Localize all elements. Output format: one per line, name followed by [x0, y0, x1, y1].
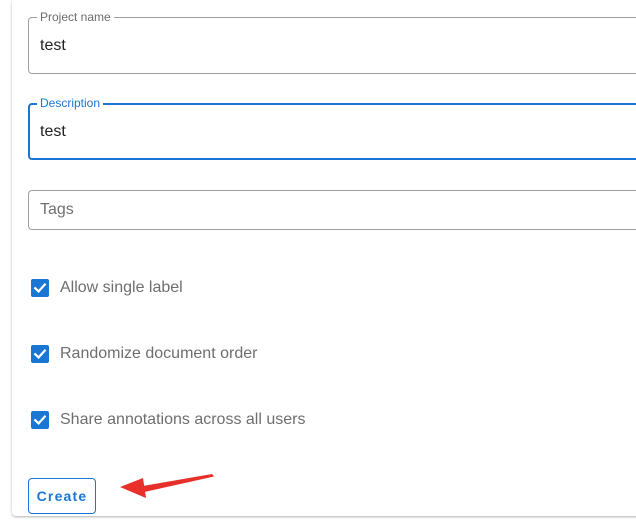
- create-project-page: Project name test Description test Tags …: [0, 0, 636, 524]
- description-value: test: [40, 123, 66, 140]
- tags-field[interactable]: Tags: [28, 190, 636, 230]
- description-label: Description: [37, 96, 104, 110]
- project-name-label: Project name: [37, 10, 114, 24]
- form-card: [12, 0, 636, 516]
- check-icon[interactable]: [31, 411, 49, 429]
- randomize-document-order-checkbox[interactable]: Randomize document order: [31, 344, 257, 364]
- allow-single-label-text: Allow single label: [60, 279, 183, 296]
- check-icon[interactable]: [31, 279, 49, 297]
- project-name-value: test: [40, 37, 66, 54]
- check-icon[interactable]: [31, 345, 49, 363]
- description-field[interactable]: Description test: [28, 96, 636, 160]
- randomize-document-order-text: Randomize document order: [60, 345, 258, 362]
- allow-single-label-checkbox[interactable]: Allow single label: [31, 278, 183, 298]
- create-button[interactable]: Create: [28, 478, 96, 514]
- share-annotations-checkbox[interactable]: Share annotations across all users: [31, 410, 305, 430]
- project-name-field[interactable]: Project name test: [28, 10, 636, 74]
- red-arrow-icon: [120, 474, 214, 498]
- share-annotations-text: Share annotations across all users: [60, 411, 306, 428]
- tags-placeholder: Tags: [40, 201, 74, 218]
